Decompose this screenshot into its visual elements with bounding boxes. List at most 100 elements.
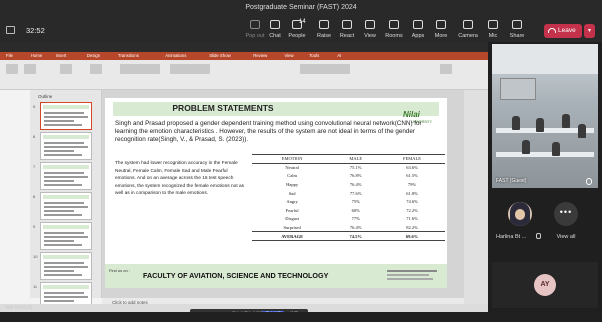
mic-icon: [586, 178, 592, 185]
share-button[interactable]: Share: [502, 20, 532, 39]
table-header: FEMALE: [379, 154, 445, 164]
drawing-group[interactable]: [300, 64, 350, 74]
table-cell: 75%: [351, 199, 360, 205]
apps-icon: [413, 20, 423, 29]
reset-icon[interactable]: [90, 64, 102, 74]
more-button[interactable]: More: [426, 20, 456, 39]
editing-icon[interactable]: [440, 64, 452, 74]
ribbon-tab[interactable]: Tools: [309, 53, 319, 58]
table-cell: 75.1%: [349, 165, 362, 171]
ribbon-tab[interactable]: AI: [337, 53, 341, 58]
table-cell: 76.8%: [349, 173, 362, 179]
table-cell: 76.4%: [349, 224, 362, 230]
toolbar-label: Rooms: [385, 33, 403, 39]
rooms-icon: [389, 20, 399, 29]
outline-label[interactable]: Outline: [38, 94, 52, 99]
table-cell: Disgust: [285, 216, 300, 222]
slide-thumbnail[interactable]: [40, 102, 92, 130]
address-block: [387, 270, 443, 280]
table-header-row: EMOTION MALE FEMALE: [252, 154, 445, 164]
table-cell: Calm: [287, 173, 298, 179]
slide-thumbnail[interactable]: [40, 252, 92, 280]
table-header: MALE: [332, 154, 380, 164]
table-row: Angry 75% 74.6%: [252, 197, 445, 206]
table-cell: Surprised: [283, 224, 301, 230]
raise-hand-icon: [319, 20, 329, 29]
view-icon: [365, 20, 375, 29]
slide-number: 11: [33, 284, 38, 289]
ribbon-tab[interactable]: Home: [31, 53, 42, 58]
toolbar-label: More: [434, 33, 448, 39]
meeting-info-icon[interactable]: [6, 26, 15, 34]
table-row: Disgust 77% 71.6%: [252, 215, 445, 224]
ribbon-tab[interactable]: Transitions: [118, 53, 139, 58]
table-cell: 60%: [351, 207, 360, 213]
table-cell: Angry: [286, 199, 298, 205]
toolbar-label: People: [288, 33, 306, 39]
paste-icon[interactable]: [6, 64, 18, 74]
table-cell: AVERAGE: [252, 231, 333, 241]
meeting-title: Postgraduate Seminar (FAST) 2024: [245, 4, 357, 11]
toolbar-label: Camera: [458, 33, 478, 39]
ribbon-tab[interactable]: Slide Show: [209, 53, 231, 58]
toolbar-label: View: [364, 33, 376, 39]
people-button[interactable]: 14 People: [282, 19, 312, 39]
table-cell: 79%: [407, 182, 417, 188]
find-us-label: Find us on :: [109, 268, 130, 273]
ribbon-tab[interactable]: Animations: [165, 53, 186, 58]
slide-number: 8: [33, 194, 36, 199]
table-cell: 61.5%: [406, 173, 418, 179]
slide-thumbnail[interactable]: [40, 162, 92, 190]
leave-label: Leave: [558, 27, 576, 34]
table-cell: 76.4%: [349, 182, 362, 188]
university-logo: Nilai UNIVERSITY: [403, 110, 433, 124]
react-icon: [342, 20, 352, 29]
toolbar-label: Mic: [488, 33, 498, 39]
leave-button[interactable]: Leave: [544, 24, 582, 38]
share-icon: [512, 20, 522, 29]
view-all-button[interactable]: •••: [554, 202, 578, 226]
participant-panel: FAST (Guest) Harlina Bt ... ••• View all…: [488, 42, 602, 312]
table-cell: 69.6%: [379, 231, 445, 241]
slide-thumbnail[interactable]: [40, 132, 92, 160]
slide-thumbnail[interactable]: [40, 192, 92, 220]
emotion-table: EMOTION MALE FEMALE Neutral 75.1% 63.6% Calm 7…: [252, 154, 445, 241]
ribbon-tab[interactable]: Design: [87, 53, 100, 58]
mic-icon: [536, 233, 541, 239]
table-row: Neutral 75.1% 63.6%: [252, 163, 445, 172]
table-cell: 77%: [351, 216, 360, 222]
view-all-label: View all: [556, 234, 576, 240]
table-cell: Neutral: [285, 165, 299, 171]
table-header: EMOTION: [252, 154, 333, 164]
ribbon-tab[interactable]: File: [6, 53, 13, 58]
people-count: 14: [299, 19, 306, 25]
participant-name-harlina: Harlina Bt ...: [496, 234, 527, 240]
new-slide-icon[interactable]: [24, 64, 36, 74]
slide: PROBLEM STATEMENTS Nilai UNIVERSITY Sing…: [105, 98, 447, 288]
toolbar-label: Chat: [269, 33, 281, 39]
ribbon-tab[interactable]: Review: [253, 53, 267, 58]
table-cell: 71.6%: [406, 216, 418, 222]
chat-icon: [270, 20, 280, 29]
table-row: Surprised 76.4% 82.2%: [252, 223, 445, 232]
paragraph-group[interactable]: [170, 64, 210, 74]
leave-options-chevron-icon[interactable]: ▾: [584, 24, 595, 38]
slide-number: 10: [33, 254, 38, 259]
font-group[interactable]: [120, 64, 160, 74]
room-video-tile[interactable]: FAST (Guest): [492, 44, 598, 188]
slide-thumbnail[interactable]: [40, 222, 92, 250]
ribbon-tab[interactable]: View: [284, 53, 293, 58]
room-video-label: FAST (Guest): [496, 178, 527, 184]
slide-title: PROBLEM STATEMENTS: [172, 103, 274, 113]
toolbar-label: Share: [509, 33, 525, 39]
layout-icon[interactable]: [60, 64, 72, 74]
self-view-tile[interactable]: AY: [492, 262, 598, 308]
right-scrollbar[interactable]: [464, 90, 488, 308]
table-average-row: AVERAGE 74.5% 69.6%: [252, 231, 445, 241]
harlina-avatar[interactable]: [508, 202, 532, 226]
ay-avatar: AY: [534, 274, 556, 296]
table-cell: Sad: [288, 190, 296, 196]
ribbon-tab[interactable]: Insert: [56, 53, 67, 58]
table-cell: 74.5%: [332, 231, 380, 241]
shared-screen: File Home Insert Design Transitions Animation…: [0, 42, 488, 318]
